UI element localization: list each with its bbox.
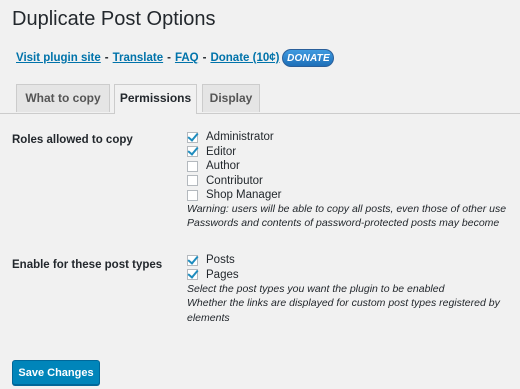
post-types-custom-text: Whether the links are displayed for cust… [187,297,500,309]
checkbox-unchecked[interactable] [187,160,198,172]
link-separator: - [202,52,207,64]
role-label: Editor [206,145,237,158]
link-separator: - [167,52,171,64]
faq-link[interactable]: FAQ [175,52,199,64]
post-type-pages[interactable]: Pages [187,268,239,283]
plugin-links: Visit plugin site - Translate - FAQ - Do… [16,49,335,67]
checkbox-checked[interactable] [187,269,198,281]
tab-permissions[interactable]: Permissions [114,84,197,114]
post-types-elements-text: elements [187,312,230,324]
role-label: Author [206,160,240,173]
role-contributor[interactable]: Contributor [187,174,281,189]
page-title: Duplicate Post Options [12,8,216,30]
post-types-desc-text: Select the post types you want the plugi… [187,283,445,295]
visit-plugin-site-link[interactable]: Visit plugin site [16,52,101,64]
roles-password-text: Passwords and contents of password-prote… [187,217,500,229]
role-shop-manager[interactable]: Shop Manager [187,188,281,203]
checkbox-unchecked[interactable] [187,175,198,187]
checkbox-checked[interactable] [187,131,198,143]
save-changes-button[interactable]: Save Changes [12,360,100,385]
checkbox-checked[interactable] [187,254,198,266]
role-administrator[interactable]: Administrator [187,130,281,145]
checkbox-unchecked[interactable] [187,189,198,201]
roles-label: Roles allowed to copy [12,134,133,146]
post-type-label: Pages [206,268,239,281]
post-type-posts[interactable]: Posts [187,253,239,268]
post-types-checklist: Posts Pages [187,253,239,282]
roles-warning-text: Warning: users will be able to copy all … [187,203,507,215]
roles-checklist: Administrator Editor Author Contributor … [187,130,281,203]
tab-display[interactable]: Display [202,84,260,112]
post-type-label: Posts [206,254,235,267]
role-author[interactable]: Author [187,159,281,174]
donate-link[interactable]: Donate (10¢) [210,52,279,64]
settings-tabs: What to copy Permissions Display [0,84,520,114]
link-separator: - [104,52,109,64]
donate-badge-button[interactable]: DONATE [282,49,335,67]
role-editor[interactable]: Editor [187,145,281,160]
translate-link[interactable]: Translate [113,52,164,64]
role-label: Administrator [206,131,274,144]
role-label: Shop Manager [206,189,282,202]
checkbox-checked[interactable] [187,146,198,158]
role-label: Contributor [206,174,263,187]
post-types-label: Enable for these post types [12,259,163,271]
tab-what-to-copy[interactable]: What to copy [16,84,110,112]
